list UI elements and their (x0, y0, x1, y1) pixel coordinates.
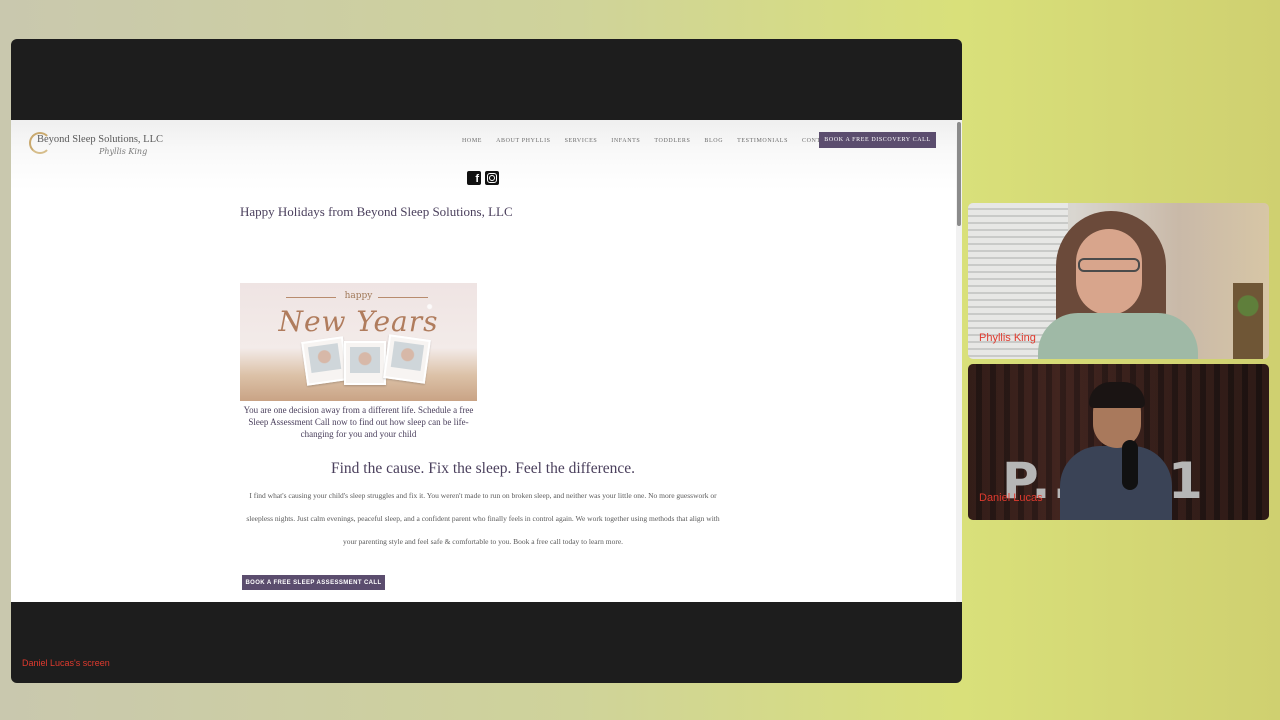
nav-item-home[interactable]: HOME (462, 138, 482, 144)
book-discovery-call-button[interactable]: BOOK A FREE DISCOVERY CALL (819, 132, 936, 148)
nav-item-testimonials[interactable]: TESTIMONIALS (737, 138, 788, 144)
microphone-icon (1122, 440, 1138, 490)
main-nav: HOME ABOUT PHYLLIS SERVICES INFANTS TODD… (462, 133, 860, 149)
nav-item-infants[interactable]: INFANTS (611, 138, 640, 144)
nav-item-toddlers[interactable]: TODDLERS (654, 138, 690, 144)
instagram-icon[interactable] (485, 171, 499, 185)
book-sleep-assessment-button[interactable]: BOOK A FREE SLEEP ASSESSMENT CALL (242, 575, 385, 590)
new-years-image: happy New Years (240, 283, 477, 401)
participant-name: Phyllis King (979, 332, 1036, 344)
nav-item-blog[interactable]: BLOG (704, 138, 723, 144)
participant-face (1076, 229, 1142, 315)
baby-photo (383, 334, 431, 384)
nav-item-about-phyllis[interactable]: ABOUT PHYLLIS (496, 138, 551, 144)
social-links: f (467, 171, 499, 185)
image-happy-text: happy (344, 291, 373, 301)
scrollbar-thumb[interactable] (957, 122, 961, 226)
body-text: I find what's causing your child's sleep… (246, 491, 720, 546)
logo-name: Beyond Sleep Solutions, LLC (37, 134, 163, 145)
page-scrollbar[interactable] (956, 120, 962, 602)
section-heading: Find the cause. Fix the sleep. Feel the … (330, 460, 636, 477)
site-logo[interactable]: Beyond Sleep Solutions, LLC Phyllis King (29, 128, 163, 160)
logo-signature: Phyllis King (99, 147, 148, 156)
image-script-text: New Years (278, 305, 439, 338)
post-title: Happy Holidays from Beyond Sleep Solutio… (240, 204, 513, 219)
participant-name: Daniel Lucas (979, 492, 1043, 504)
baby-photo (301, 336, 349, 386)
plant (1233, 283, 1263, 359)
video-tile-phyllis[interactable]: Phyllis King (968, 203, 1269, 359)
facebook-icon[interactable]: f (467, 171, 481, 185)
nav-item-services[interactable]: SERVICES (565, 138, 598, 144)
post-caption: You are one decision away from a differe… (243, 405, 474, 439)
baby-photo (344, 341, 386, 385)
glasses (1078, 258, 1140, 272)
video-tile-daniel[interactable]: P...101 Daniel Lucas (968, 364, 1269, 520)
site-header: Beyond Sleep Solutions, LLC Phyllis King… (11, 120, 956, 190)
shared-screen: Beyond Sleep Solutions, LLC Phyllis King… (11, 39, 962, 683)
screen-share-label: Daniel Lucas's screen (22, 658, 110, 668)
browser-viewport: Beyond Sleep Solutions, LLC Phyllis King… (11, 120, 962, 602)
